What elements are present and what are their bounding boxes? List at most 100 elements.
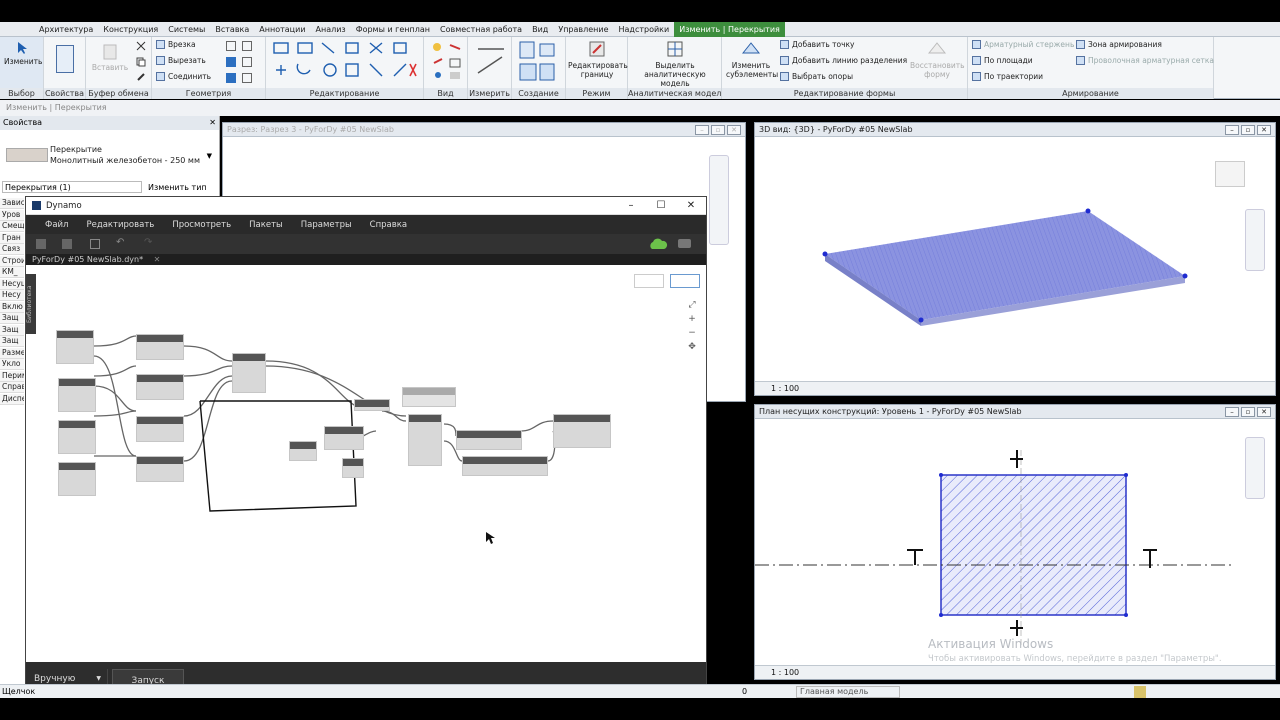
dynamo-node[interactable] xyxy=(58,462,96,496)
property-row-label[interactable]: Перим xyxy=(0,370,24,382)
restore-icon[interactable]: ▫ xyxy=(1241,406,1255,417)
property-row-label[interactable]: Несущ xyxy=(0,278,24,290)
section-navigation-bar[interactable] xyxy=(709,155,729,245)
copy-icon[interactable] xyxy=(136,57,152,73)
fit-view-icon[interactable]: ⤢ xyxy=(686,298,698,312)
property-row-label[interactable]: Гран xyxy=(0,232,24,244)
graph-view-toggle-icon[interactable] xyxy=(634,274,664,288)
dynamo-node[interactable] xyxy=(408,414,442,466)
zoom-out-icon[interactable]: − xyxy=(686,326,698,340)
dynamo-node[interactable] xyxy=(456,430,522,450)
viewcube-icon[interactable] xyxy=(1215,161,1245,187)
property-row-label[interactable]: Защ xyxy=(0,313,24,324)
dynamo-node[interactable] xyxy=(56,330,94,364)
minimize-icon[interactable]: – xyxy=(1225,406,1239,417)
tab-annotate[interactable]: Аннотации xyxy=(254,25,310,34)
background-preview-toggle-icon[interactable] xyxy=(670,274,700,288)
menu-edit[interactable]: Редактировать xyxy=(77,220,163,230)
dynamo-node[interactable] xyxy=(342,458,364,478)
rebar-zone-button[interactable]: Зона армирования xyxy=(1076,40,1162,49)
tab-systems[interactable]: Системы xyxy=(163,25,210,34)
paste-button[interactable]: Вставить xyxy=(90,43,130,72)
tab-analyze[interactable]: Анализ xyxy=(311,25,351,34)
rebar-button[interactable]: Арматурный стержень xyxy=(972,40,1074,49)
chevron-down-icon[interactable]: ▼ xyxy=(207,152,212,160)
measure-icon[interactable] xyxy=(474,41,508,81)
area-rebar-button[interactable]: По площади xyxy=(972,56,1033,65)
maximize-icon[interactable]: ☐ xyxy=(646,200,676,211)
camera-icon[interactable] xyxy=(678,239,691,248)
pick-supports-button[interactable]: Выбрать опоры xyxy=(780,72,853,81)
plan-navigation-bar[interactable] xyxy=(1245,437,1265,499)
minimize-icon[interactable]: – xyxy=(695,124,709,135)
view-tools-icons[interactable] xyxy=(430,41,464,81)
properties-icon[interactable] xyxy=(56,45,74,73)
dynamo-node[interactable] xyxy=(136,374,184,400)
join-button[interactable]: Соединить xyxy=(156,72,211,81)
dynamo-node[interactable] xyxy=(402,387,456,407)
geometry-tool-icon-4[interactable] xyxy=(242,57,252,67)
tab-view[interactable]: Вид xyxy=(527,25,553,34)
tab-architecture[interactable]: Архитектура xyxy=(34,25,98,34)
path-rebar-button[interactable]: По траектории xyxy=(972,72,1043,81)
save-icon[interactable] xyxy=(90,239,100,249)
slab-plan-drawing[interactable] xyxy=(755,420,1255,660)
close-icon[interactable]: ✕ xyxy=(727,124,741,135)
close-icon[interactable]: ✕ xyxy=(1257,406,1271,417)
menu-file[interactable]: Файл xyxy=(36,220,77,230)
3d-navigation-bar[interactable] xyxy=(1245,209,1265,271)
dynamo-node[interactable] xyxy=(232,353,266,393)
geometry-tool-icon-1[interactable] xyxy=(226,41,236,51)
3d-view[interactable]: 3D вид: {3D} - PyForDy #05 NewSlab – ▫ ✕ 1… xyxy=(754,122,1276,396)
dynamo-node[interactable] xyxy=(136,416,184,442)
dynamo-node[interactable] xyxy=(354,399,390,411)
dynamo-node[interactable] xyxy=(553,414,611,448)
active-model-select[interactable]: Главная модель xyxy=(796,686,900,698)
group-select-label[interactable]: Выбор xyxy=(0,88,43,99)
property-row-label[interactable]: Диспе xyxy=(0,393,24,405)
property-row-label[interactable]: Смещ xyxy=(0,221,24,232)
minimize-icon[interactable]: – xyxy=(1225,124,1239,135)
reset-shape-button[interactable]: Восстановить форму xyxy=(910,39,965,79)
dynamo-node[interactable] xyxy=(136,334,184,360)
property-row-label[interactable]: Разме xyxy=(0,347,24,359)
geometry-tool-icon-5[interactable] xyxy=(226,73,236,83)
close-icon[interactable]: ✕ xyxy=(676,200,706,211)
graph-tab[interactable]: PyForDy #05 NewSlab.dyn* xyxy=(32,255,143,264)
cloud-icon[interactable] xyxy=(648,237,668,251)
property-row-label[interactable]: Укло xyxy=(0,359,24,370)
undo-icon[interactable]: ↶ xyxy=(116,237,124,248)
match-properties-icon[interactable] xyxy=(136,72,152,88)
property-row-label[interactable]: Защ xyxy=(0,336,24,347)
plan-view-scale[interactable]: 1 : 100 xyxy=(771,668,799,677)
dynamo-node[interactable] xyxy=(289,441,317,461)
dynamo-node[interactable] xyxy=(136,456,184,482)
minimize-icon[interactable]: – xyxy=(616,200,646,211)
modify-subelements-button[interactable]: Изменить субэлементы xyxy=(726,39,778,79)
zoom-in-icon[interactable]: + xyxy=(686,312,698,326)
tab-manage[interactable]: Управление xyxy=(553,25,613,34)
cut-geometry-button[interactable]: Вырезать xyxy=(156,56,206,65)
dynamo-node[interactable] xyxy=(462,456,548,476)
cope-button[interactable]: Врезка xyxy=(156,40,196,49)
restore-icon[interactable]: ▫ xyxy=(1241,124,1255,135)
edit-tools-icons[interactable] xyxy=(270,40,420,86)
add-point-button[interactable]: Добавить точку xyxy=(780,40,855,49)
dynamo-node[interactable] xyxy=(58,420,96,454)
redo-icon[interactable]: ↷ xyxy=(144,237,152,248)
wire-mesh-button[interactable]: Проволочная арматурная сетка xyxy=(1076,56,1214,65)
tab-structure[interactable]: Конструкция xyxy=(98,25,163,34)
menu-view[interactable]: Просмотреть xyxy=(163,220,240,230)
dynamo-node[interactable] xyxy=(324,426,364,450)
instance-filter-select[interactable]: Перекрытия (1) xyxy=(2,181,142,193)
tab-collaborate[interactable]: Совместная работа xyxy=(435,25,527,34)
create-tools-icons[interactable] xyxy=(518,40,562,84)
property-row-label[interactable]: Строи xyxy=(0,255,24,267)
menu-help[interactable]: Справка xyxy=(361,220,416,230)
close-icon[interactable]: ✕ xyxy=(1257,124,1271,135)
menu-packages[interactable]: Пакеты xyxy=(240,220,292,230)
dynamo-node[interactable] xyxy=(58,378,96,412)
3d-view-scale[interactable]: 1 : 100 xyxy=(771,384,799,393)
property-row-label[interactable]: Несу xyxy=(0,290,24,301)
property-row-label[interactable]: Завис xyxy=(0,198,24,209)
